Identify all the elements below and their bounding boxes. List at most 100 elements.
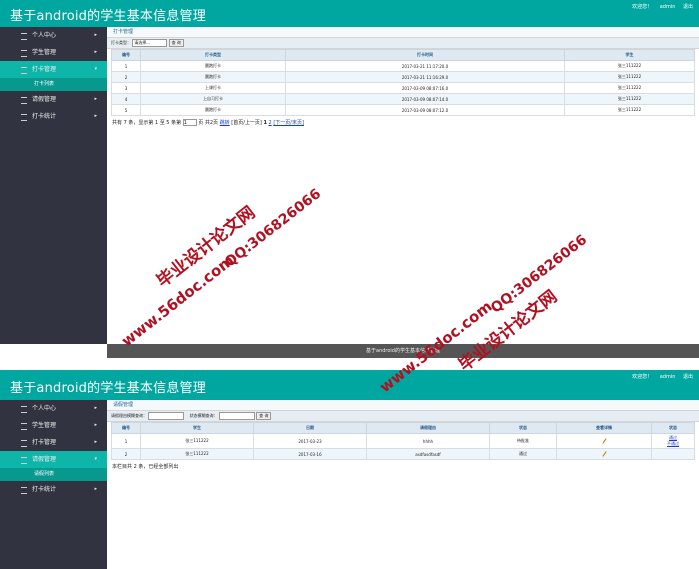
jump-link[interactable]: 跳转	[220, 120, 230, 126]
list-icon	[21, 114, 27, 121]
leave-screenshot: 基于android的学生基本信息管理 欢迎您！ admin 退出 个人中心 ▸ …	[0, 370, 699, 569]
cell-status: 待批准	[489, 433, 557, 449]
sidebar-item-personal[interactable]: 个人中心 ▸	[0, 27, 107, 44]
logout-link[interactable]: 退出	[683, 4, 693, 10]
list-icon	[21, 33, 27, 40]
table-row: 2 晨跑打卡 2017-03-21 11:16:29.0 张三111222	[111, 71, 695, 83]
checkin-screenshot: 基于android的学生基本信息管理 欢迎您！ admin 退出 个人中心 ▸ …	[0, 0, 699, 344]
page-input[interactable]: 1	[182, 119, 197, 126]
sidebar-subitem-leave-list[interactable]: 请假列表	[0, 468, 107, 481]
sidebar-item-label: 个人中心	[32, 32, 57, 39]
table-row: 1 张三111222 2017-03-23 hhhh 待批准 通过 不通过	[111, 433, 695, 449]
chevron-right-icon: ▸	[94, 113, 97, 119]
reason-search-input[interactable]	[148, 412, 185, 420]
next-last-link[interactable]: [下一页/末页]	[273, 120, 304, 126]
column-header: 打卡时间	[285, 49, 565, 61]
cell-reason: hhhh	[366, 433, 490, 449]
page-title: 打卡管理	[107, 27, 699, 38]
sidebar-item-students[interactable]: 学生管理 ▸	[0, 417, 107, 434]
table-row: 2 张三111222 2017-03-16 asdfasdfasdf 通过	[111, 448, 695, 460]
list-summary: 本栏目共 2 条，已经全部列出	[112, 464, 179, 470]
cell-type: 晨跑打卡	[140, 60, 286, 72]
list-icon	[21, 487, 27, 494]
top-header: 基于android的学生基本信息管理 欢迎您！ admin 退出	[0, 370, 699, 400]
cell-details	[556, 433, 652, 449]
reason-filter-label: 请假理由模糊查询：	[111, 413, 147, 418]
sidebar-item-checkin[interactable]: 打卡管理 ▾	[0, 61, 107, 78]
sidebar-item-label: 学生管理	[32, 422, 57, 429]
column-header: 编号	[111, 49, 141, 61]
main-content: 打卡管理 打卡类型： 请选择... 查 询 编号 打卡类型 打卡时间 学生 1 …	[107, 27, 699, 344]
cell-student: 张三111222	[564, 104, 695, 116]
sidebar-item-students[interactable]: 学生管理 ▸	[0, 44, 107, 61]
user-bar: 欢迎您！ admin 退出	[626, 373, 693, 380]
cell-time: 2017-03-09 08:07:16.0	[285, 82, 565, 94]
cell-id: 5	[111, 104, 141, 116]
cell-status: 通过	[489, 448, 557, 460]
cell-id: 1	[111, 60, 141, 72]
sidebar-item-stats[interactable]: 打卡统计 ▸	[0, 481, 107, 498]
reject-link[interactable]: 不通过	[653, 441, 693, 447]
cell-student: 张三111222	[564, 93, 695, 105]
logout-link[interactable]: 退出	[683, 374, 693, 380]
query-button[interactable]: 查 询	[256, 412, 272, 420]
edit-icon[interactable]	[601, 450, 607, 457]
status-search-input[interactable]	[218, 412, 255, 420]
sidebar-item-label: 打卡统计	[32, 113, 57, 120]
cell-date: 2017-03-16	[253, 448, 367, 460]
chevron-right-icon: ▸	[94, 405, 97, 411]
column-header: 状态	[651, 422, 695, 434]
filter-bar: 打卡类型： 请选择... 查 询	[107, 38, 699, 49]
sidebar-item-label: 打卡统计	[32, 486, 57, 493]
top-header: 基于android的学生基本信息管理 欢迎您！ admin 退出	[0, 0, 699, 27]
sidebar-subitem-checkin-list[interactable]: 打卡列表	[0, 78, 107, 91]
user-name[interactable]: admin	[660, 374, 676, 380]
cell-actions	[651, 448, 695, 460]
sidebar-item-personal[interactable]: 个人中心 ▸	[0, 400, 107, 417]
chevron-right-icon: ▸	[94, 49, 97, 55]
list-icon	[21, 440, 27, 447]
page-title: 请假管理	[107, 400, 699, 411]
column-header: 日期	[253, 422, 367, 434]
cell-id: 2	[111, 71, 141, 83]
sidebar-item-label: 学生管理	[32, 49, 57, 56]
edit-icon[interactable]	[601, 437, 607, 444]
app-title: 基于android的学生基本信息管理	[10, 381, 206, 396]
sidebar-item-leave[interactable]: 请假管理 ▸	[0, 91, 107, 108]
column-header: 编号	[111, 422, 141, 434]
sidebar-item-label: 打卡管理	[32, 66, 57, 73]
user-name[interactable]: admin	[660, 4, 676, 10]
cell-type: 上自习打卡	[140, 93, 286, 105]
table-row: 1 晨跑打卡 2017-03-21 11:17:20.0 张三111222	[111, 60, 695, 72]
chevron-down-icon: ▾	[94, 66, 97, 72]
query-button[interactable]: 查 询	[168, 39, 184, 47]
sidebar-item-checkin[interactable]: 打卡管理 ▸	[0, 434, 107, 451]
greeting-text: 欢迎您！	[632, 4, 653, 10]
cell-student: 张三111222	[140, 433, 254, 449]
app-title: 基于android的学生基本信息管理	[10, 9, 206, 24]
checkin-type-select[interactable]: 请选择...	[132, 39, 168, 47]
cell-time: 2017-03-21 11:17:20.0	[285, 60, 565, 72]
cell-date: 2017-03-23	[253, 433, 367, 449]
sidebar-item-leave[interactable]: 请假管理 ▾	[0, 451, 107, 468]
cell-reason: asdfasdfasdf	[366, 448, 490, 460]
list-icon	[21, 423, 27, 430]
greeting-text: 欢迎您！	[632, 374, 653, 380]
cell-student: 张三111222	[564, 71, 695, 83]
filter-bar: 请假理由模糊查询： 状态模糊查询： 查 询	[107, 411, 699, 422]
filter-label: 打卡类型：	[111, 40, 131, 45]
cell-student: 张三111222	[140, 448, 254, 460]
cell-time: 2017-03-09 08:07:12.0	[285, 104, 565, 116]
current-page: 1	[263, 120, 267, 126]
sidebar-item-label: 个人中心	[32, 405, 57, 412]
cell-type: 上课打卡	[140, 82, 286, 94]
table-row: 5 晨跑打卡 2017-03-09 08:07:12.0 张三111222	[111, 104, 695, 116]
column-header: 状态	[489, 422, 557, 434]
list-icon	[21, 457, 27, 464]
page-2-link[interactable]: 2	[269, 120, 272, 126]
leave-table: 编号 学生 日期 请假理由 状态 查看详情 状态 1 张三111222 2017…	[111, 422, 695, 460]
footer: 基于android的学生基本信息管理	[107, 344, 699, 358]
cell-details	[556, 448, 652, 460]
sidebar: 个人中心 ▸ 学生管理 ▸ 打卡管理 ▸ 请假管理 ▾ 请假列表 打卡统计 ▸	[0, 400, 107, 569]
sidebar-item-stats[interactable]: 打卡统计 ▸	[0, 108, 107, 125]
